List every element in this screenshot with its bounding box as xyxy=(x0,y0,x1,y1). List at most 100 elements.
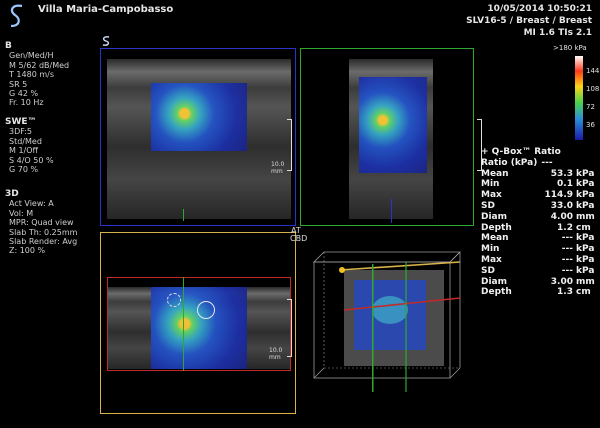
measure-value: 0.1 xyxy=(557,179,573,190)
measure-row: Depth 1.3 cm xyxy=(481,287,595,298)
measure-value: 3.00 xyxy=(550,276,573,287)
qbox-title: + Q-Box™ Ratio xyxy=(481,147,561,157)
measure-unit: kPa xyxy=(576,168,595,179)
3d-volume-view[interactable] xyxy=(300,232,474,414)
param-line: 3DF:5 xyxy=(9,127,33,137)
param-line: Slab Th: 0.25mm xyxy=(9,227,78,237)
param-line: M 5/62 dB/Med xyxy=(9,60,70,70)
qbox-results: + Q-Box™ Ratio Ratio (kPa) --- Mean 53.3 kP… xyxy=(481,147,595,298)
param-line: T 1480 m/s xyxy=(9,70,54,80)
measure-unit: kPa xyxy=(576,179,595,190)
measure-key: Depth xyxy=(481,222,512,233)
qbox-roi-2[interactable] xyxy=(167,293,181,307)
param-line: S 4/O 50 % xyxy=(9,155,54,165)
measure-unit: kPa xyxy=(576,200,595,211)
param-line: SR 5 xyxy=(9,79,28,89)
measure-value: 1.2 xyxy=(557,222,573,233)
param-line: Z: 100 % xyxy=(9,246,46,256)
measure-row: Max 114.9 kPa xyxy=(481,190,595,201)
swe-title: SWE™ xyxy=(5,117,37,127)
colorbar-max-label: >180 kPa xyxy=(553,44,587,52)
param-line: MPR: Quad view xyxy=(9,218,74,228)
ratio-value: --- xyxy=(541,157,553,168)
crosshair-v xyxy=(183,277,184,371)
measure-key: Depth xyxy=(481,287,512,298)
cbd-marker: CBD xyxy=(290,234,308,243)
measure-row: Mean 53.3 kPa xyxy=(481,169,595,180)
measure-value: --- xyxy=(561,254,573,265)
measure-key: Max xyxy=(481,190,502,201)
measure-unit: cm xyxy=(576,287,591,298)
measure-key: Mean xyxy=(481,168,509,179)
measure-row: SD 33.0 kPa xyxy=(481,201,595,212)
depth-label-a: 10.0 mm xyxy=(271,161,285,175)
param-line: G 70 % xyxy=(9,165,39,175)
safety-indices: MI 1.6 TIs 2.1 xyxy=(523,28,592,38)
b-mode-params: B Gen/Med/H M 5/62 dB/Med T 1480 m/s SR … xyxy=(5,41,70,108)
measure-unit: cm xyxy=(576,222,591,233)
colorbar-tick: 36 xyxy=(586,121,595,129)
elasticity-colorbar xyxy=(575,56,583,140)
measure-unit: kPa xyxy=(576,190,595,201)
measure-value: 4.00 xyxy=(550,211,573,222)
measure-value: 33.0 xyxy=(550,200,573,211)
measure-value: --- xyxy=(561,244,573,255)
measure-key: SD xyxy=(481,265,495,276)
probe-preset: SLV16-5 / Breast / Breast xyxy=(466,16,592,26)
logo-icon xyxy=(10,4,23,28)
3d-title: 3D xyxy=(5,189,19,199)
measure-value: 53.3 xyxy=(550,168,573,179)
measure-row: Min --- kPa xyxy=(481,244,595,255)
mpr-view-a[interactable]: 10.0 mm xyxy=(100,48,296,226)
measure-unit: mm xyxy=(576,211,595,222)
orientation-marker-icon xyxy=(102,36,110,46)
qbox-roi-1[interactable] xyxy=(197,301,215,319)
measure-row: Max --- kPa xyxy=(481,255,595,266)
measure-value: 114.9 xyxy=(544,190,573,201)
site-name: Villa Maria-Campobasso xyxy=(38,4,174,15)
param-line: Std/Med xyxy=(9,136,42,146)
measure-value: --- xyxy=(561,233,573,244)
colorbar-tick: 72 xyxy=(586,103,595,111)
param-line: Gen/Med/H xyxy=(9,51,54,61)
measure-key: Mean xyxy=(481,233,509,244)
measure-unit: kPa xyxy=(576,244,595,255)
b-mode-title: B xyxy=(5,41,12,51)
swe-params: SWE™ 3DF:5 Std/Med M 1/Off S 4/O 50 % G … xyxy=(5,117,54,175)
measure-row: Min 0.1 kPa xyxy=(481,179,595,190)
measure-row: SD --- kPa xyxy=(481,266,595,277)
measure-unit: kPa xyxy=(576,233,595,244)
measure-unit: mm xyxy=(576,276,595,287)
param-line: Slab Render: Avg xyxy=(9,237,78,247)
measure-key: Min xyxy=(481,244,500,255)
measure-key: SD xyxy=(481,200,495,211)
measure-key: Diam xyxy=(481,211,508,222)
measure-row: Depth 1.2 cm xyxy=(481,223,595,234)
mpr-view-b[interactable] xyxy=(300,48,482,226)
measure-key: Diam xyxy=(481,276,508,287)
elastography-overlay-b xyxy=(359,77,427,173)
param-line: Fr. 10 Hz xyxy=(9,98,44,108)
colorbar-tick: 108 xyxy=(586,85,600,93)
colorbar-tick: 144 xyxy=(586,67,600,75)
3d-params: 3D Act View: A Vol: M MPR: Quad view Sla… xyxy=(5,189,78,256)
header-info: 10/05/2014 10:50:21 SLV16-5 / Breast / B… xyxy=(466,3,592,39)
measure-value: --- xyxy=(561,265,573,276)
mpr-view-c[interactable]: 10.0 mm xyxy=(100,232,296,414)
elastography-overlay-c xyxy=(151,287,247,369)
crosshair-v xyxy=(183,209,184,221)
ratio-label: Ratio (kPa) xyxy=(481,157,538,168)
measure-row: Mean --- kPa xyxy=(481,233,595,244)
datetime: 10/05/2014 10:50:21 xyxy=(487,4,592,14)
measure-key: Max xyxy=(481,254,502,265)
param-line: Act View: A xyxy=(9,199,54,209)
measure-unit: kPa xyxy=(576,265,595,276)
param-line: Vol: M xyxy=(9,208,34,218)
measure-key: Min xyxy=(481,179,500,190)
volume-cube xyxy=(313,251,461,392)
elastography-overlay-a xyxy=(151,83,247,151)
param-line: G 42 % xyxy=(9,89,39,99)
measure-value: 1.3 xyxy=(557,287,573,298)
measure-unit: kPa xyxy=(576,254,595,265)
measure-row: Diam 4.00 mm xyxy=(481,212,595,223)
